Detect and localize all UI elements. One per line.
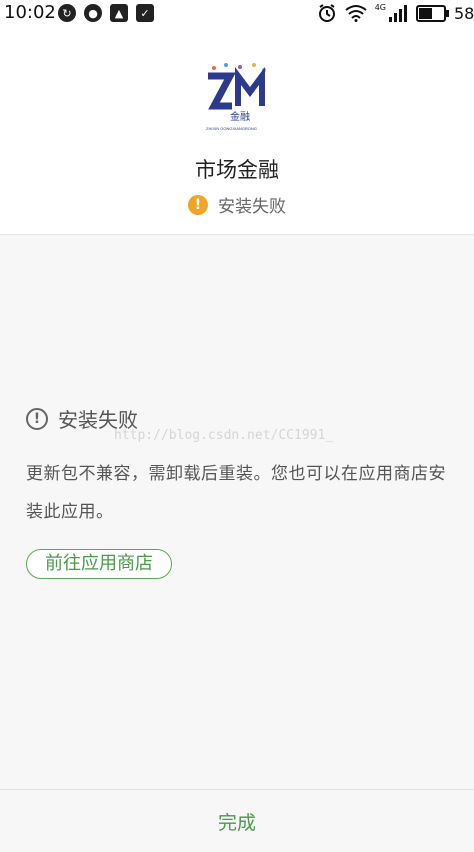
status-right-icons: 4G 58 xyxy=(317,3,474,23)
image-icon: ▲ xyxy=(110,4,128,22)
logo-text: 金融 xyxy=(230,110,250,123)
battery-percent: 58 xyxy=(454,3,474,23)
done-button[interactable]: 完成 xyxy=(218,808,256,835)
failure-message: ! 安装失败 更新包不兼容，需卸载后重装。您也可以在应用商店安装此应用。 前往应… xyxy=(26,404,446,579)
install-status: ! 安装失败 xyxy=(0,192,474,217)
signal-icon xyxy=(389,5,407,22)
app-logo: 金融 ZHIXIN GONGXIANGRONG xyxy=(206,63,266,131)
install-status-text: 安装失败 xyxy=(218,197,286,217)
warning-icon: ! xyxy=(188,194,208,215)
status-left-icons: ↻ ● ▲ ✓ xyxy=(58,4,154,22)
notification-icon: ✓ xyxy=(136,4,154,22)
alarm-icon xyxy=(318,4,335,22)
weibo-icon: ● xyxy=(84,4,102,22)
app-name: 市场金融 xyxy=(195,158,279,182)
sync-icon: ↻ xyxy=(58,4,76,22)
wifi-icon xyxy=(345,5,367,22)
alert-circle-icon: ! xyxy=(26,407,48,430)
status-bar: 10:02 ↻ ● ▲ ✓ 4G 58 xyxy=(0,0,474,26)
network-label: 4G xyxy=(374,3,386,12)
battery-icon xyxy=(416,4,449,22)
footer-bar: 完成 xyxy=(0,789,474,852)
app-header: 金融 ZHIXIN GONGXIANGRONG 市场金融 ! 安装失败 xyxy=(0,26,474,235)
status-time: 10:02 xyxy=(4,2,56,23)
battery-fill xyxy=(419,7,432,19)
go-to-app-store-button[interactable]: 前往应用商店 xyxy=(26,549,172,579)
message-title-row: ! 安装失败 xyxy=(26,404,446,433)
logo-subtext: ZHIXIN GONGXIANGRONG xyxy=(206,126,257,131)
message-body: 更新包不兼容，需卸载后重装。您也可以在应用商店安装此应用。 xyxy=(26,464,446,522)
message-title: 安装失败 xyxy=(58,408,138,432)
